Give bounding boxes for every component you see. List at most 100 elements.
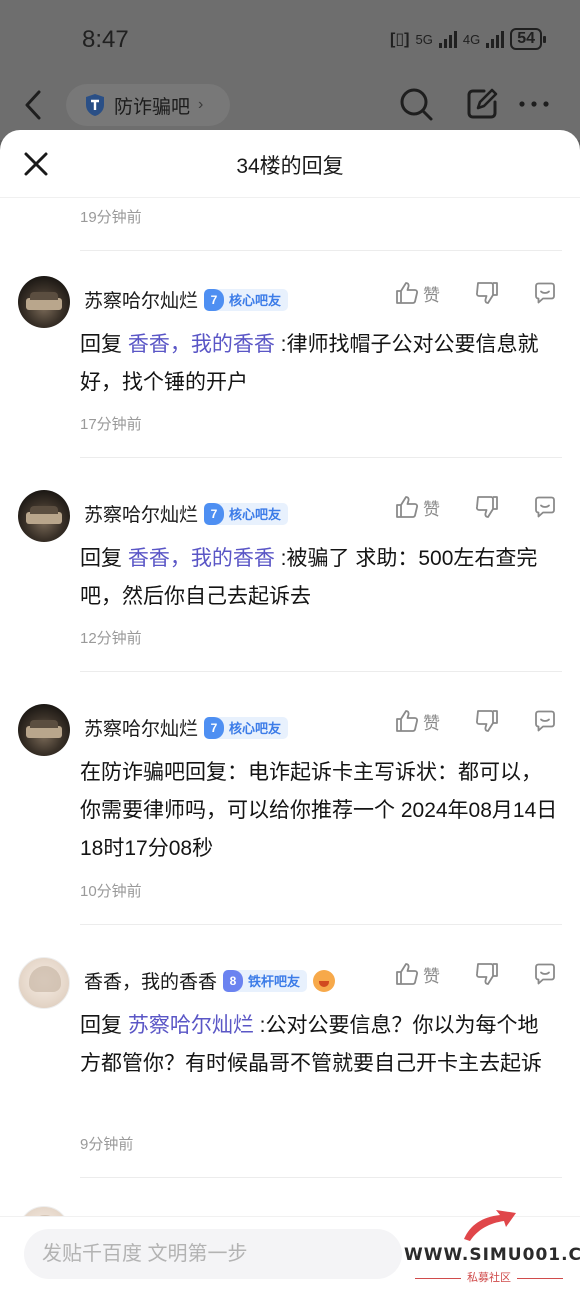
watermark-sub: 私募社区 [404,1269,574,1285]
comment-time: 17分钟前 [80,416,142,433]
status-time: 8:47 [82,26,129,53]
comment-reply-icon[interactable] [532,494,558,520]
comment-item: 苏察哈尔灿烂 7 核心吧友 赞 回复 香香，我的香香 :被骗了 求助：500左右查… [0,482,580,696]
previous-comment-time: 19分钟前 [80,209,142,226]
network-label-1: 5G [415,31,433,47]
level-badge: 7 [204,502,225,525]
comment-actions: 赞 [394,708,558,734]
reply-prefix: 回复 [80,333,122,356]
thumbs-down-icon[interactable] [474,708,500,734]
comment-content: 在防诈骗吧回复：电诈起诉卡主写诉状：都可以，你需要律师吗，可以给你推荐一个 20… [80,761,558,860]
comment-text: 回复 香香，我的香香 :律师找帽子公对公要信息就好，找个锤的开户 [80,326,558,402]
like-label: 赞 [423,966,440,986]
mention-link[interactable]: 香香，我的香香 [128,333,275,356]
reply-prefix: 回复 [80,1014,122,1037]
divider [80,1177,562,1178]
signal-icon [438,30,457,48]
comment-actions: 赞 [394,280,558,306]
watermark-logo-icon [464,1210,516,1242]
badge-label: 核心吧友 [229,293,282,308]
forum-nav-bar: 防诈骗吧 › [0,80,580,128]
reply-input[interactable]: 发贴千百度 文明第一步 [24,1229,402,1279]
comment-actions: 赞 [394,494,558,520]
comment-time: 10分钟前 [80,883,142,900]
vibrate-icon: [▯] [390,31,410,48]
watermark: WWW.SIMU001.CN 私募社区 [404,1207,580,1287]
like-button[interactable]: 赞 [394,280,440,306]
member-badge: 7 核心吧友 [204,502,289,525]
comment-actions: 赞 [394,961,558,987]
comment-list: 苏察哈尔灿烂 7 核心吧友 赞 回复 香香，我的香香 :律师找帽子公对公要信息就好… [0,268,580,1258]
badge-label: 核心吧友 [229,507,282,522]
back-icon[interactable] [22,88,46,122]
thumbs-down-icon[interactable] [474,494,500,520]
signal-icon [486,30,505,48]
network-label-2: 4G [462,31,481,47]
username[interactable]: 香香，我的香香 [84,967,217,994]
sheet-title: 34楼的回复 [236,155,344,178]
comment-user: 苏察哈尔灿烂 7 核心吧友 [84,500,289,527]
comment-reply-icon[interactable] [532,708,558,734]
comment-user: 苏察哈尔灿烂 7 核心吧友 [84,714,289,741]
comment-time: 12分钟前 [80,630,142,647]
background-forum-page: 8:47 [▯] 5G 4G 54 防诈骗吧 › [0,0,580,140]
comment-user: 香香，我的香香 8 铁杆吧友 [84,967,336,994]
thumbs-down-icon[interactable] [474,961,500,987]
username[interactable]: 苏察哈尔灿烂 [84,714,198,741]
comment-user: 苏察哈尔灿烂 7 核心吧友 [84,286,289,313]
thumbs-up-icon [396,710,419,732]
member-badge: 8 铁杆吧友 [223,969,308,992]
level-badge: 8 [223,969,244,992]
sheet-header: 34楼的回复 [0,130,580,198]
avatar[interactable] [18,704,70,756]
shield-icon [86,94,104,116]
forum-name-pill[interactable]: 防诈骗吧 › [66,84,230,126]
comment-time: 9分钟前 [80,1136,134,1153]
thumbs-up-icon [396,963,419,985]
comment-item: 苏察哈尔灿烂 7 核心吧友 赞 在防诈骗吧回复：电诈起诉卡主写诉状：都可以，你需要… [0,696,580,949]
level-badge: 7 [204,288,225,311]
comment-text: 回复 苏察哈尔灿烂 :公对公要信息？你以为每个地方都管你？有时候晶哥不管就要自己… [80,1007,558,1083]
reply-prefix: 回复 [80,547,122,570]
divider [80,924,562,925]
thumbs-up-icon [396,282,419,304]
comment-text: 在防诈骗吧回复：电诈起诉卡主写诉状：都可以，你需要律师吗，可以给你推荐一个 20… [80,754,558,868]
edit-icon[interactable] [464,86,500,122]
like-button[interactable]: 赞 [394,961,440,987]
like-button[interactable]: 赞 [394,708,440,734]
username[interactable]: 苏察哈尔灿烂 [84,286,198,313]
member-badge: 7 核心吧友 [204,288,289,311]
comment-text: 回复 香香，我的香香 :被骗了 求助：500左右查完吧，然后你自己去起诉去 [80,540,558,616]
divider [80,250,562,251]
mention-link[interactable]: 香香，我的香香 [128,547,275,570]
mention-link[interactable]: 苏察哈尔灿烂 [128,1014,254,1037]
divider [80,457,562,458]
status-icons: [▯] 5G 4G 54 [390,28,546,50]
comment-item: 苏察哈尔灿烂 7 核心吧友 赞 回复 香香，我的香香 :律师找帽子公对公要信息就好… [0,268,580,482]
member-badge: 7 核心吧友 [204,716,289,739]
like-label: 赞 [423,499,440,519]
more-icon[interactable] [516,86,552,122]
like-label: 赞 [423,285,440,305]
comment-item: 香香，我的香香 8 铁杆吧友 赞 回复 苏察哈尔灿烂 :公对公要信息？你以为每个地… [0,949,580,1202]
battery-icon: 54 [510,28,546,50]
divider [80,671,562,672]
search-icon[interactable] [398,86,434,122]
avatar[interactable] [18,957,70,1009]
avatar[interactable] [18,276,70,328]
thumbs-down-icon[interactable] [474,280,500,306]
username[interactable]: 苏察哈尔灿烂 [84,500,198,527]
forum-name: 防诈骗吧 [114,96,191,118]
badge-label: 核心吧友 [229,721,282,736]
comment-reply-icon[interactable] [532,280,558,306]
reply-sheet: 34楼的回复 19分钟前 苏察哈尔灿烂 7 核心吧友 赞 回复 香香，我的香香 :… [0,130,580,1289]
watermark-site: WWW.SIMU001.CN [404,1245,580,1265]
badge-label: 铁杆吧友 [248,974,301,989]
like-label: 赞 [423,713,440,733]
emoji-badge-icon [313,969,336,992]
reply-composer: 发贴千百度 文明第一步 WWW.SIMU001.CN 私募社区 [0,1210,580,1289]
comment-reply-icon[interactable] [532,961,558,987]
like-button[interactable]: 赞 [394,494,440,520]
thumbs-up-icon [396,496,419,518]
avatar[interactable] [18,490,70,542]
